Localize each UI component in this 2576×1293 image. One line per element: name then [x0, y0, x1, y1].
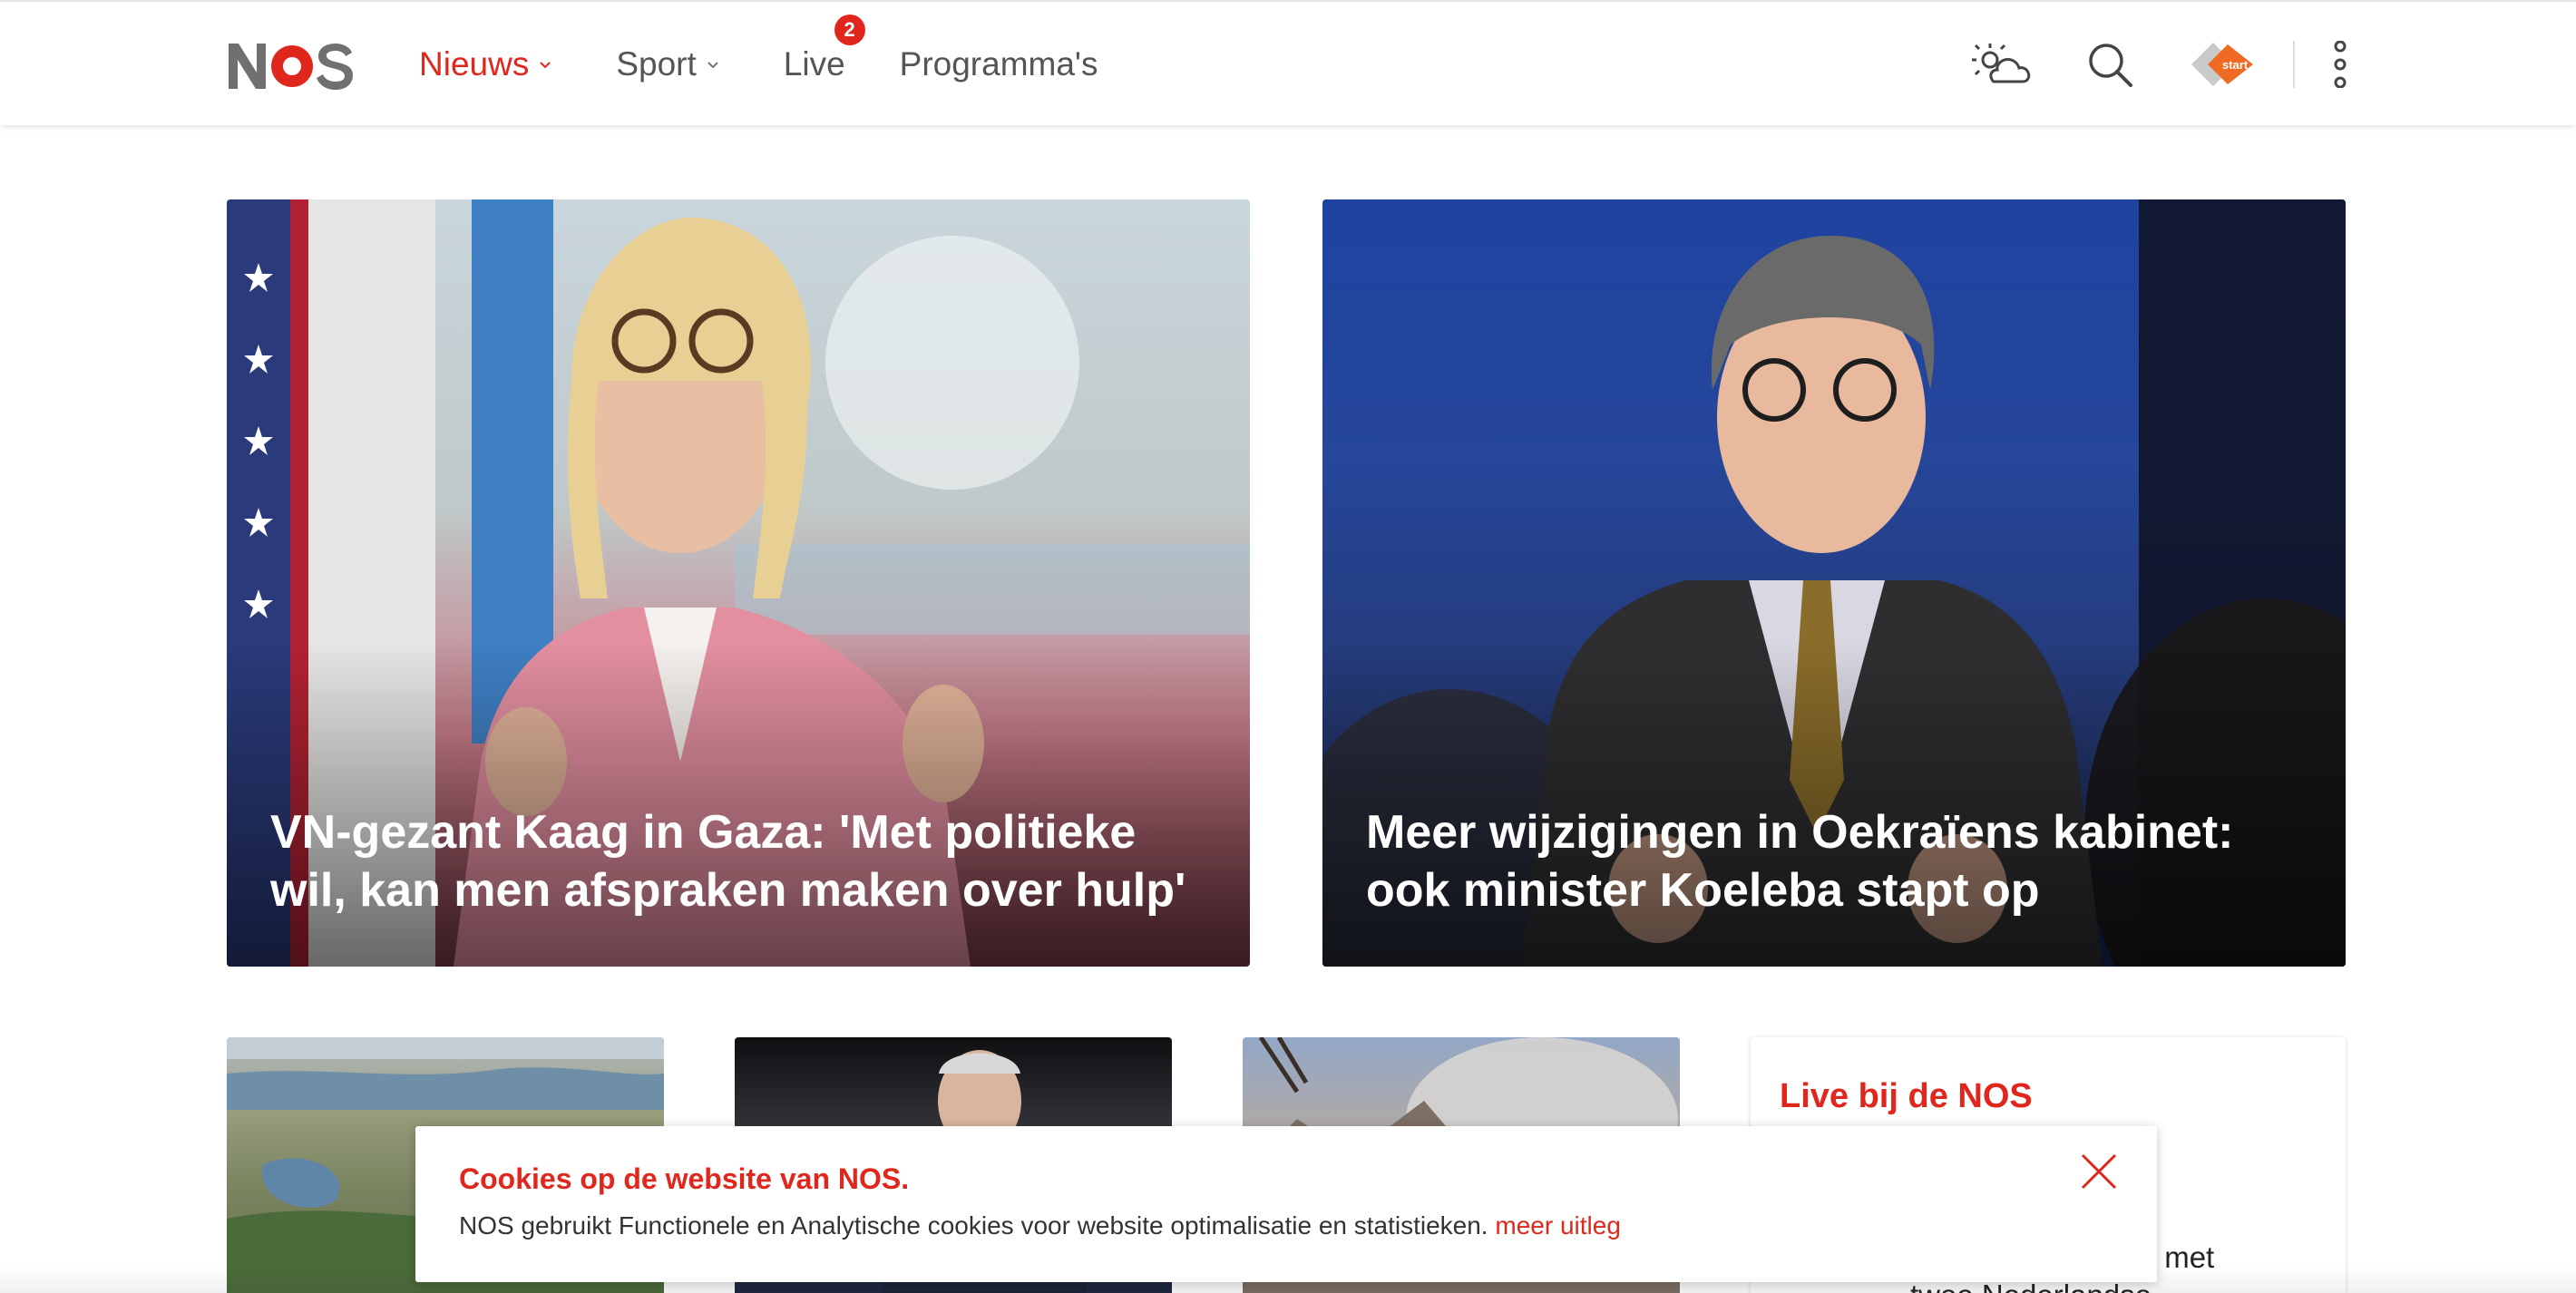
- nav-item-live[interactable]: Live 2: [783, 15, 865, 83]
- nav-item-label: Live: [783, 45, 845, 83]
- more-vertical-icon[interactable]: [2331, 41, 2349, 88]
- nav-item-label: Programma's: [899, 45, 1098, 83]
- site-header: Nieuws Sport Live 2 Programma's start: [0, 0, 2576, 125]
- close-icon[interactable]: [2079, 1152, 2119, 1191]
- chevron-down-icon: [540, 62, 551, 69]
- hero-title: VN-gezant Kaag in Gaza: 'Met politieke w…: [270, 806, 1186, 917]
- header-actions: start: [1972, 2, 2349, 127]
- nav-item-programmas[interactable]: Programma's: [900, 45, 1098, 83]
- hero-title: Meer wijzigingen in Oekraïens kabinet: o…: [1366, 806, 2234, 917]
- nos-logo[interactable]: [227, 40, 356, 91]
- hero-article-kaag[interactable]: VN-gezant Kaag in Gaza: 'Met politieke w…: [227, 199, 1250, 967]
- live-count-badge: 2: [834, 15, 865, 45]
- chevron-down-icon: [707, 62, 718, 69]
- cookie-banner-message: NOS gebruikt Functionele en Analytische …: [459, 1211, 1488, 1240]
- live-panel-title: Live bij de NOS: [1780, 1077, 2033, 1115]
- hero-article-koeleba[interactable]: Meer wijzigingen in Oekraïens kabinet: o…: [1322, 199, 2346, 967]
- main-nav: Nieuws Sport Live 2 Programma's: [419, 2, 1162, 127]
- weather-icon[interactable]: [1972, 42, 2032, 87]
- header-divider: [2293, 41, 2295, 88]
- svg-text:start: start: [2222, 58, 2249, 72]
- nav-item-sport[interactable]: Sport: [616, 45, 719, 83]
- npo-start-icon[interactable]: start: [2188, 39, 2257, 90]
- cookie-more-info-link[interactable]: meer uitleg: [1495, 1211, 1621, 1240]
- nav-item-nieuws[interactable]: Nieuws: [419, 45, 552, 83]
- cookie-banner-title: Cookies op de website van NOS.: [459, 1162, 910, 1195]
- nav-item-label: Sport: [616, 45, 697, 83]
- search-icon[interactable]: [2086, 41, 2133, 88]
- nav-item-label: Nieuws: [419, 45, 530, 83]
- cookie-banner-text: NOS gebruikt Functionele en Analytische …: [459, 1211, 1621, 1240]
- cookie-banner: Cookies op de website van NOS. NOS gebru…: [415, 1126, 2157, 1282]
